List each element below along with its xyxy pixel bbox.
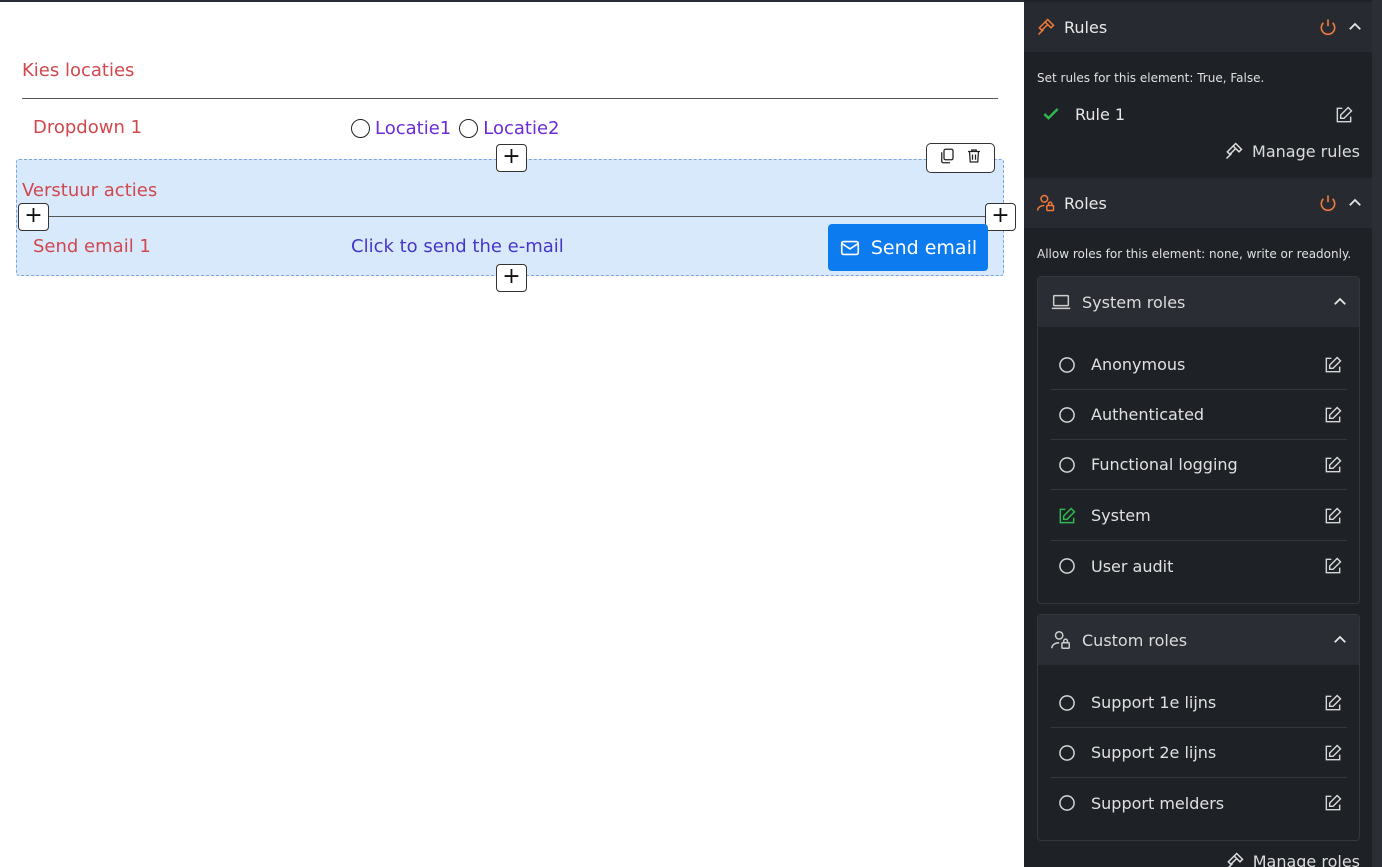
dropdown-label: Dropdown 1 — [33, 117, 143, 138]
section-title-verstuur-acties: Verstuur acties — [22, 180, 158, 201]
radio-option-locatie2[interactable]: Locatie2 — [459, 118, 560, 139]
roles-panel-header[interactable]: Roles — [1024, 178, 1372, 228]
rule-item: Rule 1 — [1041, 104, 1125, 124]
system-roles-title: System roles — [1082, 292, 1186, 312]
role-item-system[interactable]: System — [1051, 491, 1347, 541]
edit-icon[interactable] — [1323, 506, 1343, 526]
power-icon[interactable] — [1318, 17, 1338, 37]
role-item-support-2e[interactable]: Support 2e lijns — [1051, 728, 1347, 778]
manage-roles-label: Manage roles — [1252, 851, 1360, 867]
radio-circle[interactable] — [459, 119, 479, 138]
role-item-user-audit[interactable]: User audit — [1051, 541, 1347, 591]
edit-icon[interactable] — [1323, 455, 1343, 475]
power-icon[interactable] — [1318, 193, 1338, 213]
circle-icon[interactable] — [1057, 405, 1077, 425]
manage-roles-link[interactable]: Manage roles — [1225, 851, 1360, 867]
custom-roles-title: Custom roles — [1082, 630, 1188, 650]
manage-rules-label: Manage rules — [1252, 141, 1360, 161]
manage-rules-link[interactable]: Manage rules — [1224, 141, 1360, 161]
chevron-up-icon[interactable] — [1331, 293, 1349, 311]
chevron-up-icon[interactable] — [1346, 18, 1364, 36]
add-left-button[interactable]: + — [18, 203, 49, 231]
rules-panel-header[interactable]: Rules — [1024, 2, 1372, 52]
role-item-anonymous[interactable]: Anonymous — [1051, 340, 1347, 390]
role-label: Support 1e lijns — [1091, 693, 1217, 712]
element-toolbar — [926, 143, 995, 173]
circle-icon[interactable] — [1057, 455, 1077, 475]
system-roles-card: System roles Anonymous Authenticated Fun… — [1037, 276, 1360, 604]
edit-icon[interactable] — [1323, 355, 1343, 375]
properties-sidebar: Rules Set rules for this element: True, … — [1024, 0, 1382, 867]
radio-circle[interactable] — [351, 119, 370, 138]
circle-icon[interactable] — [1057, 556, 1077, 576]
send-email-description: Click to send the e-mail — [351, 236, 564, 257]
chevron-up-icon[interactable] — [1331, 631, 1349, 649]
send-email-button-label: Send email — [870, 236, 978, 259]
form-canvas: Kies locaties Dropdown 1 Locatie1 Locati… — [0, 0, 1024, 867]
section-divider — [22, 98, 998, 99]
role-label: Anonymous — [1091, 355, 1186, 374]
send-email-label: Send email 1 — [33, 236, 151, 257]
rules-panel-title: Rules — [1064, 17, 1108, 37]
role-item-support-melders[interactable]: Support melders — [1051, 778, 1347, 828]
section-divider — [22, 216, 1000, 217]
add-above-button[interactable]: + — [496, 144, 527, 172]
scrollbar[interactable] — [1372, 0, 1382, 867]
gavel-icon — [1225, 142, 1243, 160]
user-lock-icon — [1051, 631, 1070, 649]
edit-icon[interactable] — [1323, 405, 1343, 425]
role-label: User audit — [1091, 556, 1174, 576]
custom-roles-header[interactable]: Custom roles — [1038, 615, 1359, 665]
rules-help-text: Set rules for this element: True, False. — [1037, 71, 1265, 85]
section-title-kies-locaties: Kies locaties — [22, 60, 135, 81]
edit-icon[interactable] — [1334, 105, 1354, 125]
role-label: Authenticated — [1091, 405, 1205, 424]
custom-roles-card: Custom roles Support 1e lijns Support 2e… — [1037, 614, 1360, 841]
role-label: Functional logging — [1091, 455, 1238, 474]
circle-icon[interactable] — [1057, 793, 1077, 813]
circle-icon[interactable] — [1057, 743, 1077, 763]
trash-icon[interactable] — [965, 147, 983, 169]
chevron-up-icon[interactable] — [1346, 194, 1364, 212]
radio-option-locatie1[interactable]: Locatie1 — [351, 118, 451, 139]
radio-label: Locatie1 — [375, 118, 452, 139]
role-label: Support 2e lijns — [1091, 743, 1217, 762]
role-label: System — [1091, 506, 1151, 525]
add-right-button[interactable]: + — [985, 203, 1016, 231]
edit-icon[interactable] — [1323, 743, 1343, 763]
role-item-authenticated[interactable]: Authenticated — [1051, 390, 1347, 440]
edit-icon[interactable] — [1323, 556, 1343, 576]
top-border — [0, 0, 1024, 2]
edit-icon[interactable] — [1323, 793, 1343, 813]
check-icon — [1043, 108, 1059, 120]
gavel-icon — [1037, 18, 1055, 36]
role-item-support-1e[interactable]: Support 1e lijns — [1051, 678, 1347, 728]
roles-help-text: Allow roles for this element: none, writ… — [1037, 247, 1352, 261]
copy-icon[interactable] — [938, 147, 956, 169]
roles-panel-title: Roles — [1064, 193, 1107, 213]
role-label: Support melders — [1091, 793, 1225, 813]
circle-icon[interactable] — [1057, 693, 1077, 713]
add-below-button[interactable]: + — [496, 264, 527, 292]
circle-icon[interactable] — [1057, 355, 1077, 375]
edit-active-icon[interactable] — [1057, 506, 1077, 526]
envelope-icon — [840, 240, 859, 255]
role-item-functional-logging[interactable]: Functional logging — [1051, 440, 1347, 490]
gavel-icon — [1226, 852, 1244, 867]
send-email-button[interactable]: Send email — [828, 224, 988, 271]
laptop-icon — [1051, 294, 1071, 310]
rule-label: Rule 1 — [1075, 104, 1126, 124]
location-radio-group: Locatie1 Locatie2 — [351, 118, 568, 139]
edit-icon[interactable] — [1323, 693, 1343, 713]
radio-label: Locatie2 — [483, 118, 560, 139]
system-roles-header[interactable]: System roles — [1038, 277, 1359, 327]
user-lock-icon — [1036, 194, 1055, 212]
